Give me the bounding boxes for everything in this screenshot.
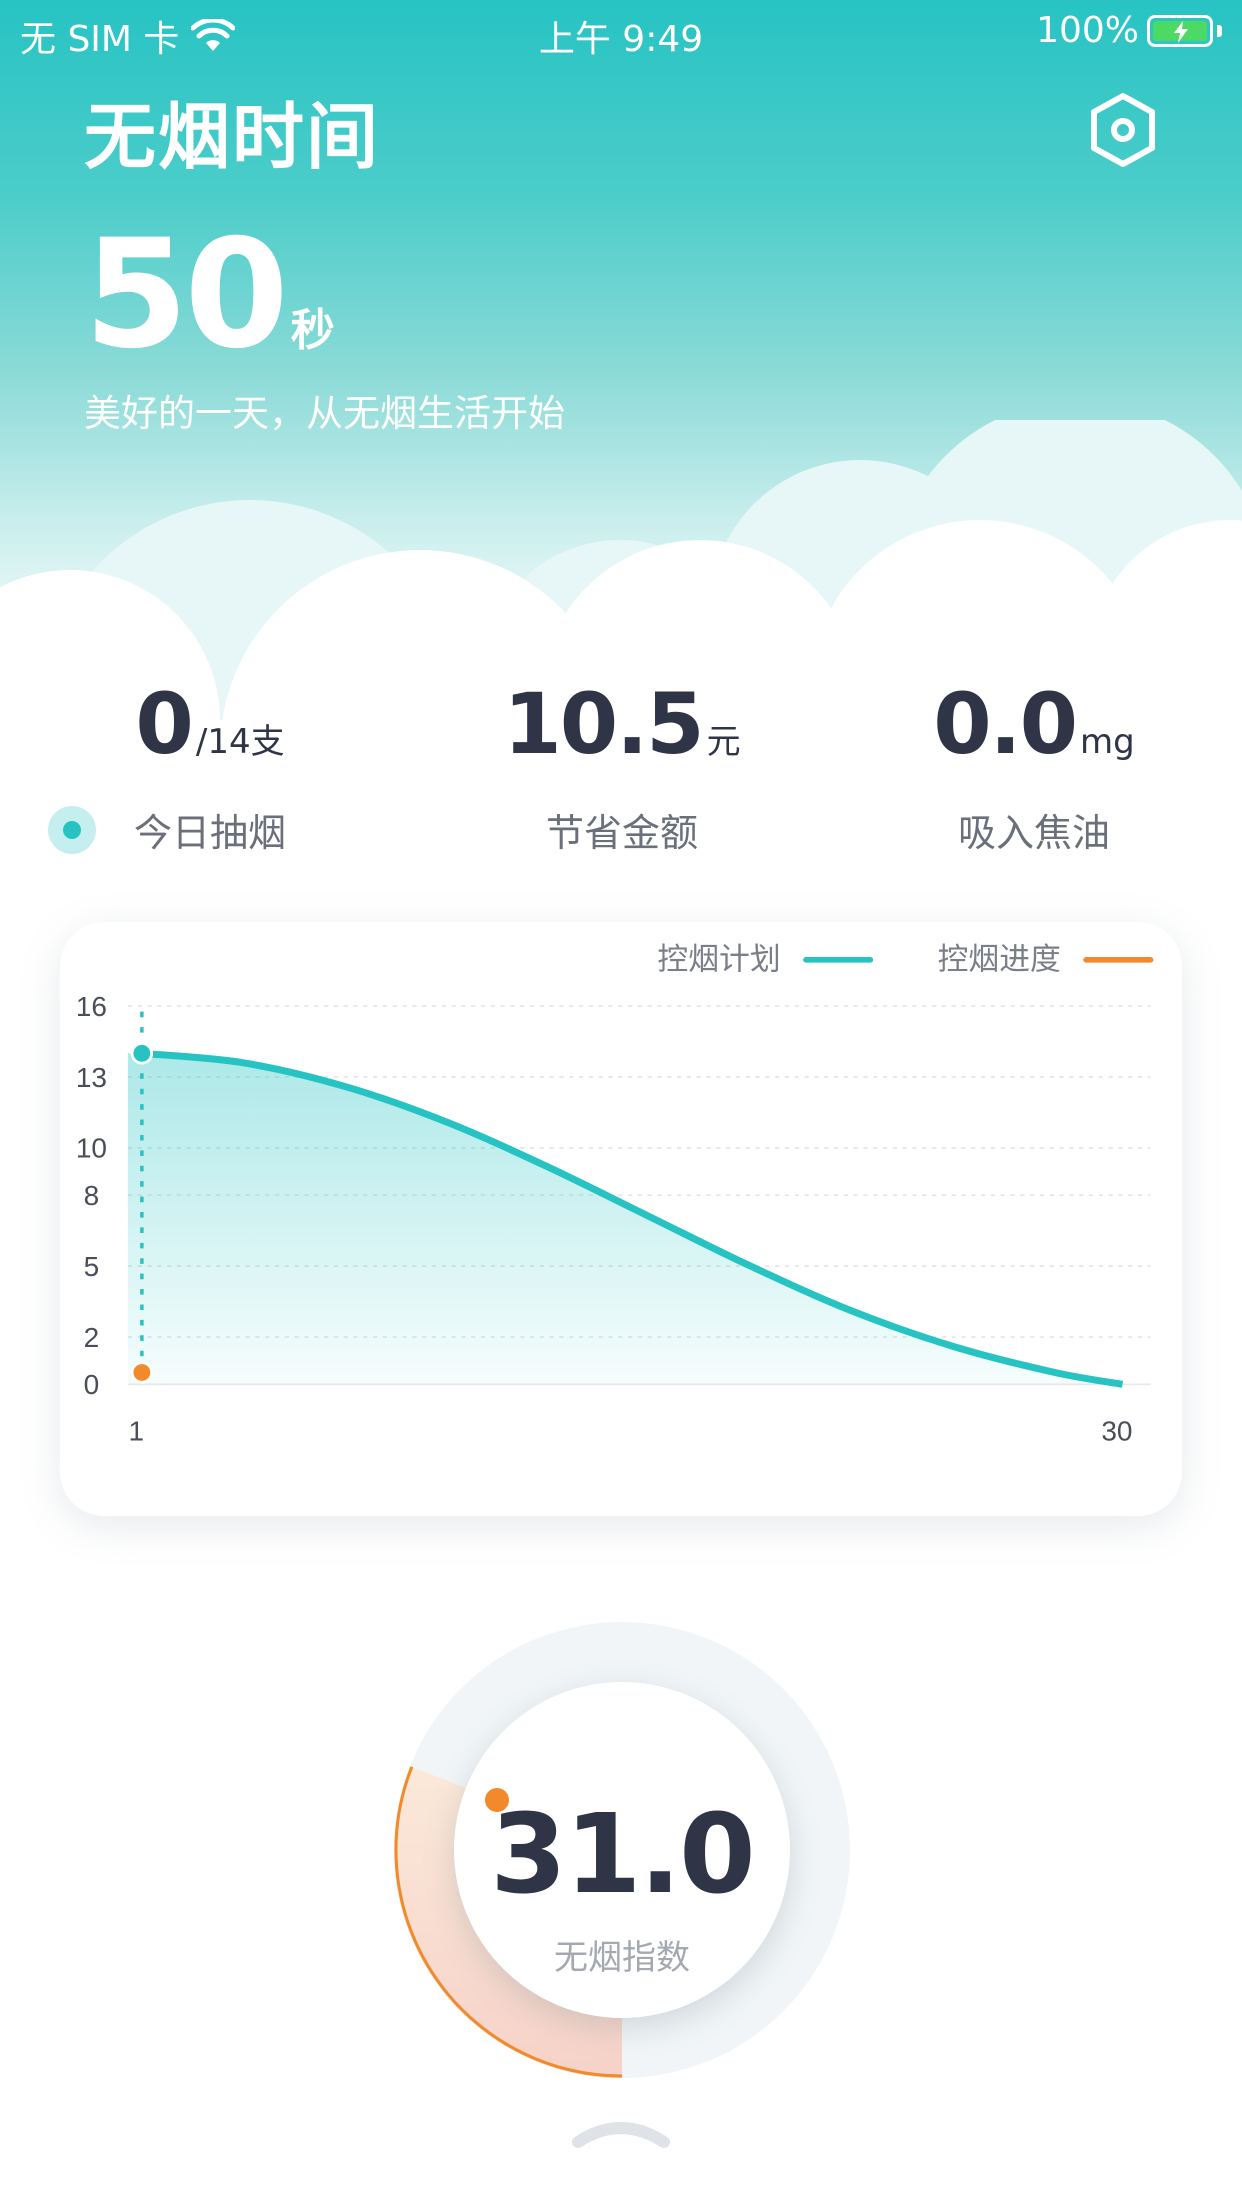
y-tick-label: 13: [76, 1062, 107, 1093]
smoke-free-timer: 50 秒: [84, 220, 335, 370]
settings-hexagon-icon[interactable]: [1088, 92, 1158, 168]
stat-label-today: 今日抽烟: [133, 811, 286, 855]
plan-point: [130, 1042, 154, 1065]
status-bar: 无 SIM 卡 上午 9:49 100%: [0, 0, 1242, 62]
timer-unit: 秒: [290, 305, 335, 356]
stat-unit: mg: [1080, 722, 1135, 762]
y-tick-label: 10: [76, 1133, 107, 1164]
y-tick-label: 0: [84, 1369, 100, 1400]
y-tick-label: 5: [84, 1251, 100, 1282]
stat-value: 10.5: [503, 675, 704, 773]
gauge-label: 无烟指数: [554, 1938, 690, 1978]
stat-unit: /14支: [195, 722, 285, 762]
page-title: 无烟时间: [84, 95, 381, 179]
plan-chart: 16 13 10 8 5 2 0 1 30 控烟计划 控烟进度: [76, 942, 1154, 1446]
charging-bolt-icon: [1174, 20, 1188, 43]
progress-point: [130, 1361, 154, 1384]
y-tick-label: 8: [84, 1180, 100, 1211]
stat-today-smoked: 0 /14支: [40, 675, 380, 773]
chevron-up-icon[interactable]: [570, 2110, 672, 2150]
battery-percent: 100%: [1036, 10, 1139, 51]
y-tick-label: 2: [84, 1322, 100, 1353]
legend-label: 控烟进度: [938, 942, 1061, 978]
legend-label: 控烟计划: [657, 942, 780, 978]
x-tick-label: 1: [128, 1415, 144, 1446]
smoke-free-index-gauge[interactable]: 31.0 无烟指数: [392, 1620, 852, 2080]
stat-money-saved: 10.5 元: [452, 675, 792, 773]
timer-value: 50: [84, 208, 289, 382]
x-tick-label: 30: [1101, 1415, 1132, 1446]
slogan: 美好的一天，从无烟生活开始: [84, 392, 565, 435]
stat-tar-intake: 0.0 mg: [864, 675, 1204, 773]
stat-value: 0: [135, 675, 193, 773]
battery-icon: [1147, 14, 1213, 47]
stat-label-saved: 节省金额: [545, 811, 698, 855]
gauge-value: 31.0: [490, 1790, 755, 1918]
stat-unit: 元: [706, 722, 741, 762]
stat-label-tar: 吸入焦油: [957, 811, 1110, 855]
stat-value: 0.0: [933, 675, 1078, 773]
y-tick-label: 16: [76, 991, 107, 1022]
plan-area: [127, 1053, 1123, 1385]
plan-chart-card[interactable]: 16 13 10 8 5 2 0 1 30 控烟计划 控烟进度: [60, 922, 1182, 1516]
cloud-decoration: [0, 420, 1242, 840]
